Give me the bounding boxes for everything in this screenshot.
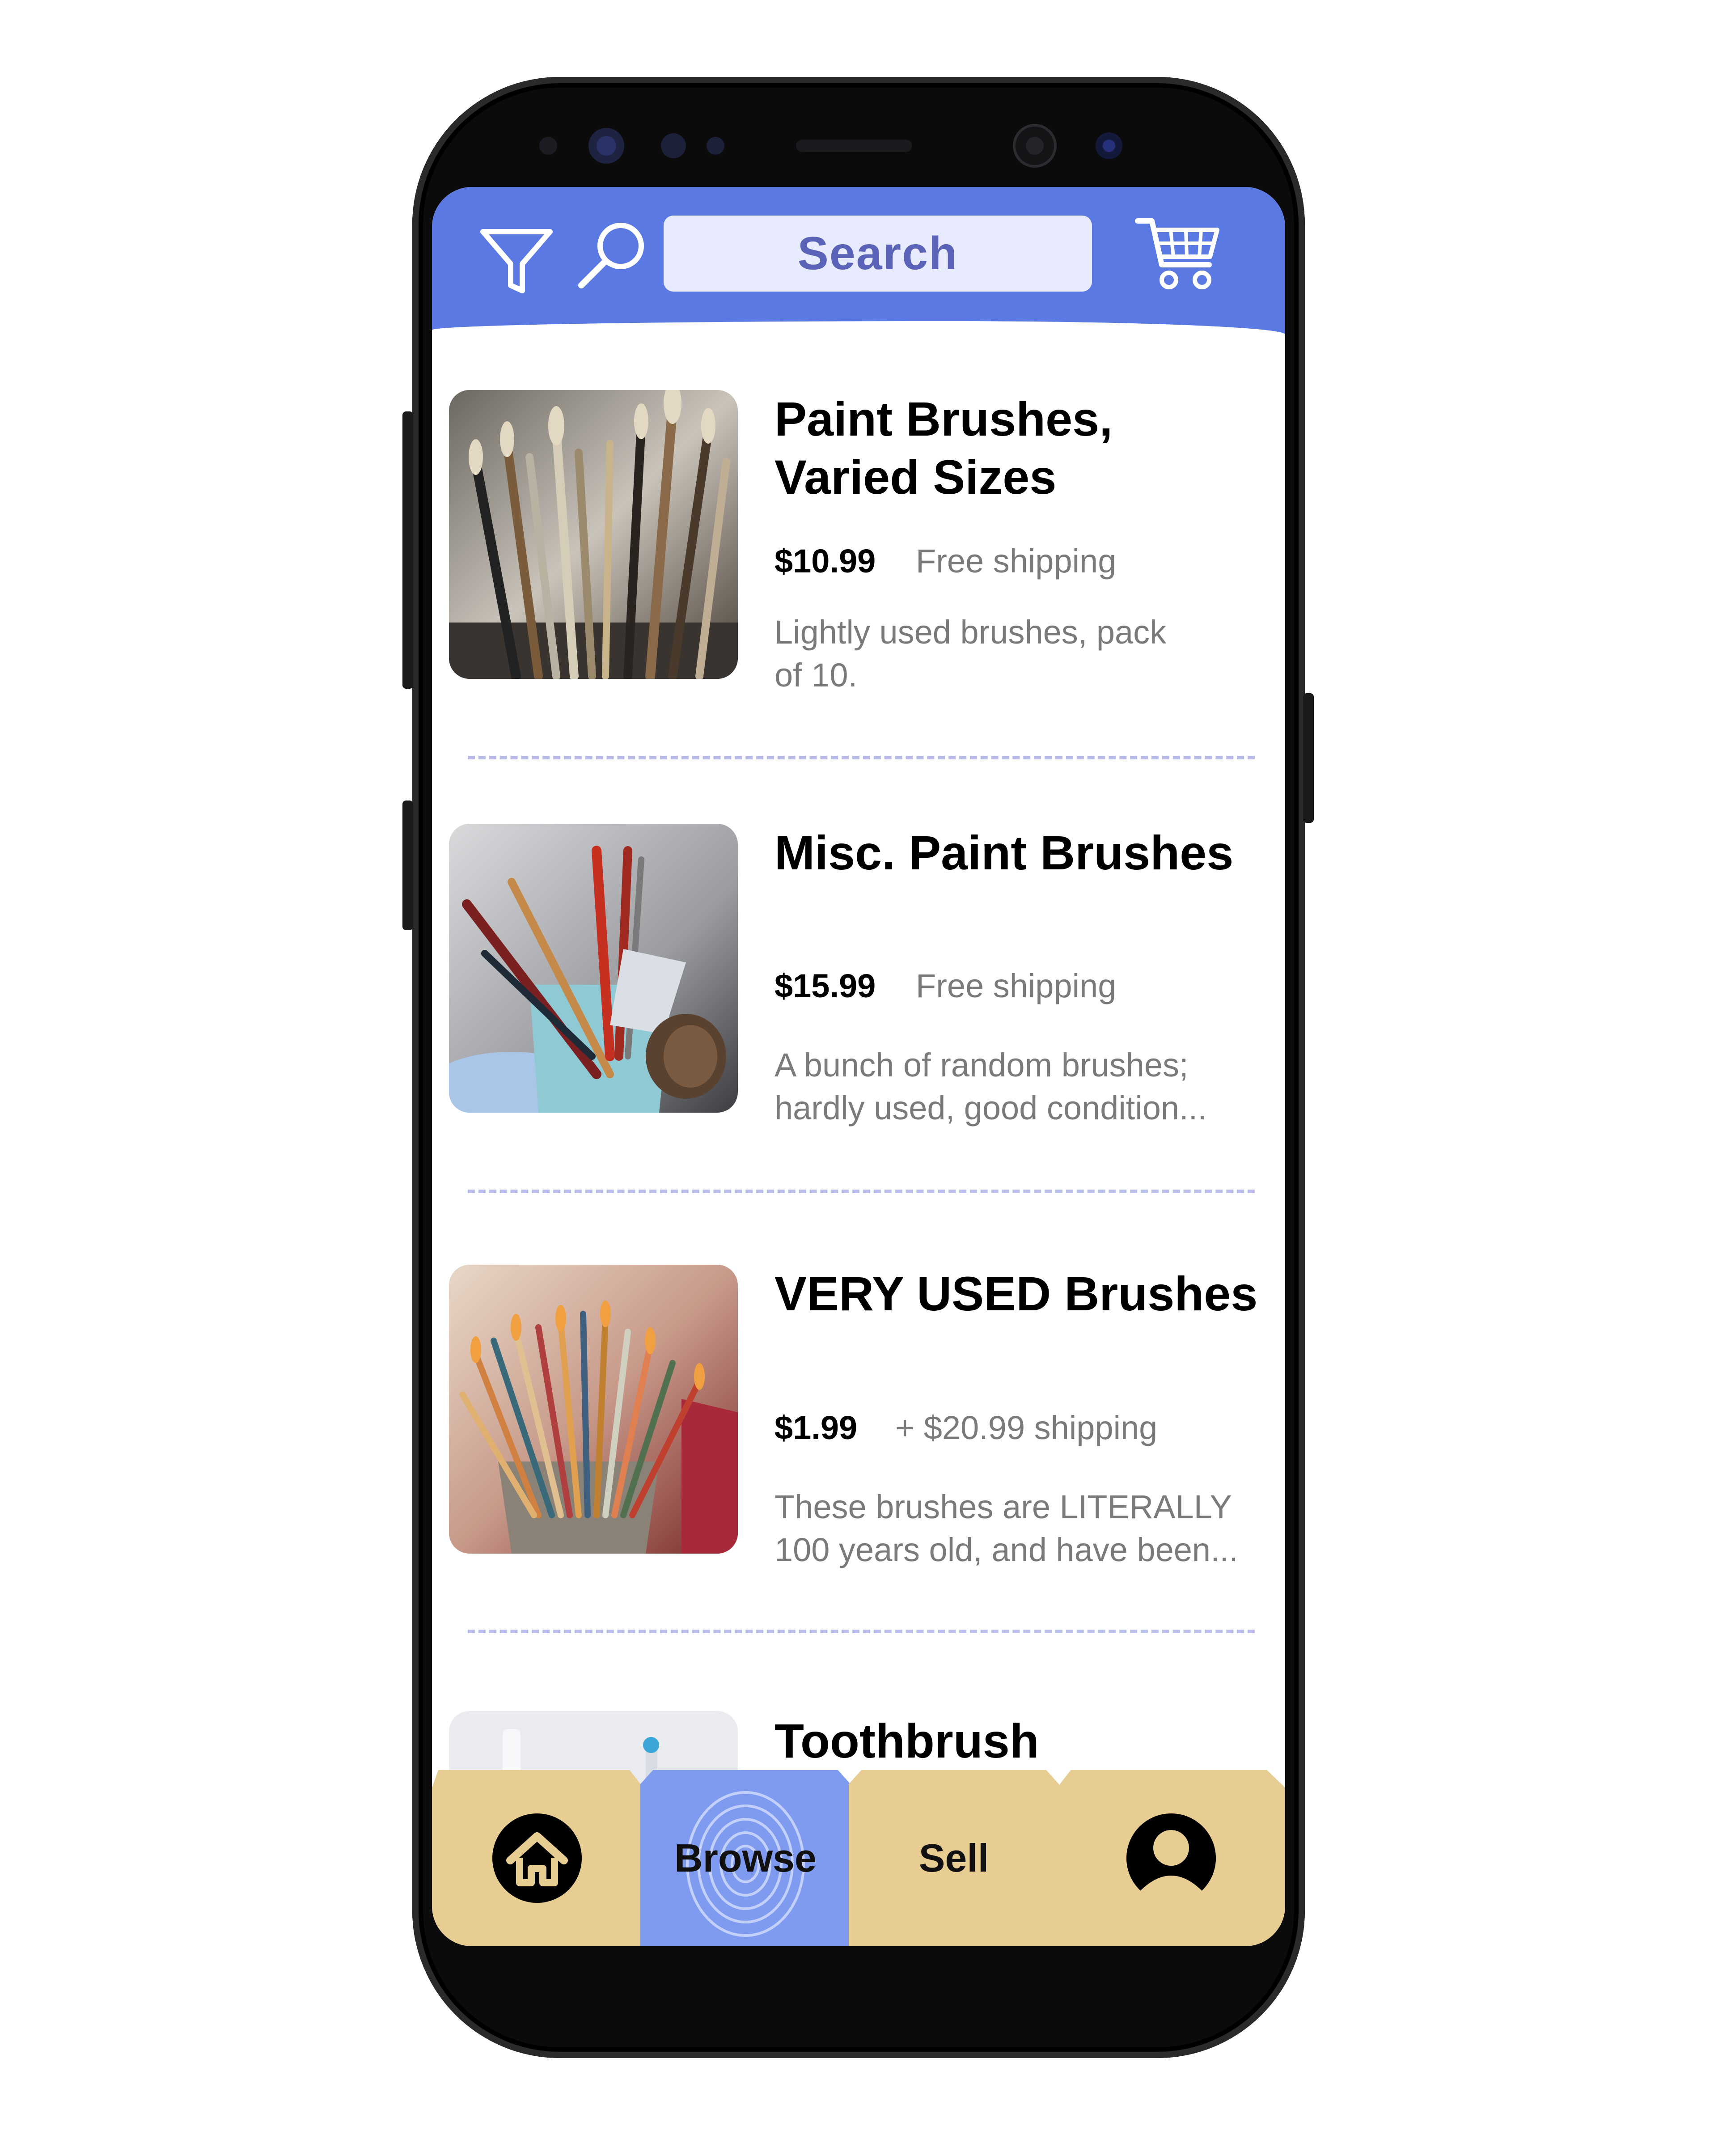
listing-description-line2: 100 years old, and have been... — [774, 1531, 1238, 1568]
power-button — [1303, 693, 1314, 823]
bottom-nav: Browse Sell — [432, 1770, 1285, 1946]
product-photo-paint-brushes — [449, 390, 738, 679]
listing-description-line2: hardly used, good condition... — [774, 1089, 1207, 1127]
volume-up-button — [402, 411, 413, 689]
divider — [468, 1190, 1255, 1193]
tab-sell-label: Sell — [918, 1836, 989, 1880]
listing-shipping: Free shipping — [916, 967, 1117, 1004]
listing-price: $15.99 — [774, 967, 876, 1004]
tab-sell[interactable]: Sell — [849, 1770, 1059, 1946]
list-item[interactable]: Paint Brushes, Varied Sizes $10.99 Free … — [432, 390, 1285, 712]
listing-title-line1[interactable]: Paint Brushes, — [774, 390, 1275, 448]
listing-title-line1[interactable]: VERY USED Brushes — [774, 1265, 1275, 1323]
listing-title-line1[interactable]: Misc. Paint Brushes — [774, 824, 1275, 882]
list-item[interactable]: Misc. Paint Brushes $15.99 Free shipping… — [432, 824, 1285, 1146]
tab-home[interactable] — [432, 1770, 642, 1946]
listing-description-line1: These brushes are LITERALLY — [774, 1488, 1232, 1525]
list-item[interactable]: VERY USED Brushes $1.99 + $20.99 shippin… — [432, 1265, 1285, 1587]
shopping-cart-icon[interactable] — [1134, 212, 1223, 297]
tab-browse-label: Browse — [674, 1836, 817, 1880]
front-sensors — [539, 124, 1122, 168]
app-screen: Search Paint Brushes, Varied Sizes $10.9… — [432, 187, 1285, 1946]
filter-icon[interactable] — [478, 225, 554, 297]
user-icon — [1126, 1813, 1216, 1903]
top-bar-edge — [432, 321, 1285, 348]
listing-shipping: + $20.99 shipping — [895, 1409, 1158, 1446]
tab-profile[interactable] — [1057, 1770, 1285, 1946]
listing-title-line2[interactable]: Varied Sizes — [774, 448, 1275, 506]
listing-price: $10.99 — [774, 542, 876, 580]
listing-description-line1: Lightly used brushes, pack — [774, 614, 1167, 651]
listing-title-line1[interactable]: Toothbrush — [774, 1712, 1275, 1770]
tab-browse[interactable]: Browse — [640, 1770, 851, 1946]
volume-down-button — [402, 801, 413, 930]
search-label: Search — [797, 227, 958, 280]
magnifier-icon[interactable] — [573, 218, 649, 294]
product-photo-misc-brushes — [449, 824, 738, 1113]
listing-price: $1.99 — [774, 1409, 858, 1446]
divider — [468, 1630, 1255, 1633]
listing-description-line1: A bunch of random brushes; — [774, 1046, 1189, 1084]
listing-description-line2: of 10. — [774, 657, 858, 694]
home-icon — [492, 1813, 582, 1903]
divider — [468, 756, 1255, 759]
product-photo-very-used-brushes — [449, 1265, 738, 1554]
search-input[interactable]: Search — [664, 216, 1092, 292]
listing-shipping: Free shipping — [916, 542, 1117, 580]
